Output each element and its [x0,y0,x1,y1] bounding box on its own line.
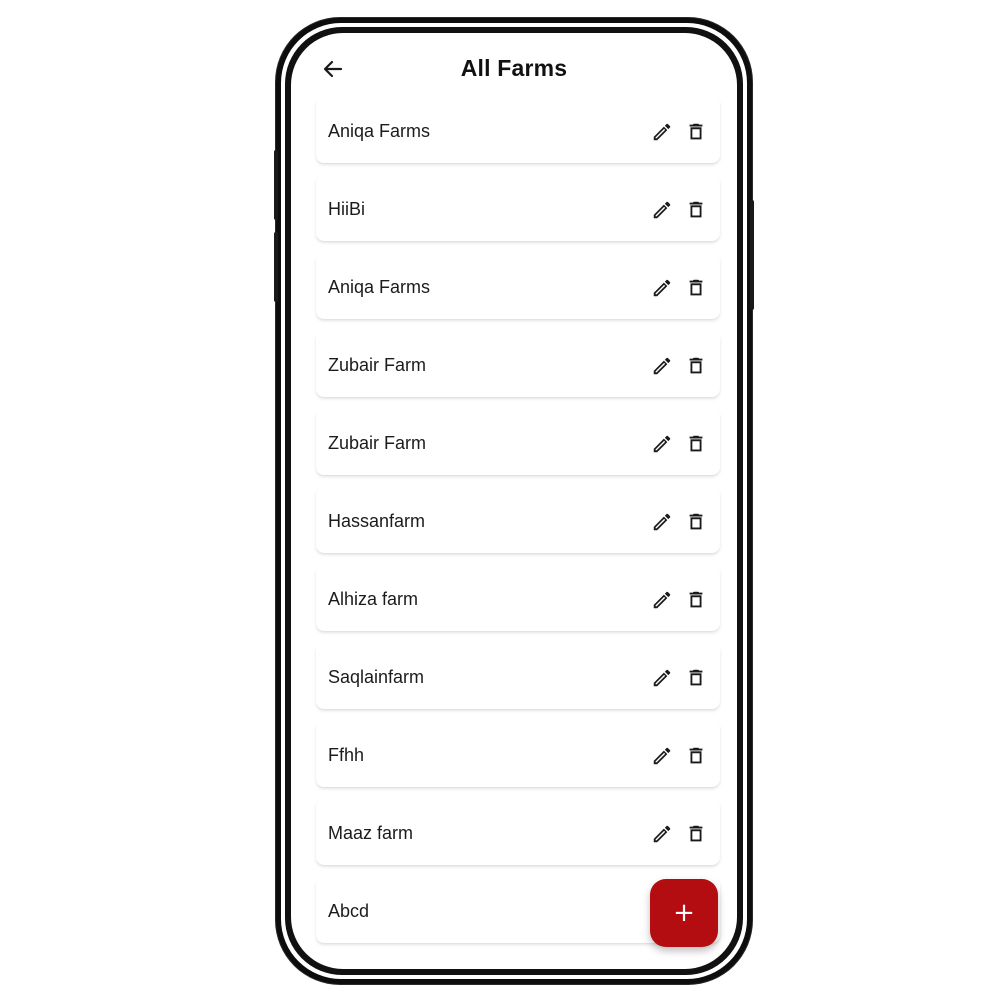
farm-name: HiiBi [328,199,366,219]
delete-farm-button[interactable] [684,432,708,456]
delete-farm-button[interactable] [684,354,708,378]
farm-list: Aniqa Farms HiiBi Aniqa Farms Zubair Far… [316,97,720,955]
farm-name: Aniqa Farms [328,121,431,141]
delete-farm-button[interactable] [684,666,708,690]
pencil-icon [653,825,671,843]
edit-farm-button[interactable] [650,432,674,456]
trash-icon [689,747,703,764]
volume-down-button [274,232,278,302]
farm-list-item[interactable]: HiiBi [316,175,720,241]
farm-list-item[interactable]: Aniqa Farms [316,253,720,319]
pencil-icon [653,435,671,453]
farm-list-item[interactable]: Maaz farm [316,799,720,865]
pencil-icon [653,279,671,297]
pencil-icon [653,513,671,531]
pencil-icon [653,357,671,375]
farm-list-item[interactable]: Alhiza farm [316,565,720,631]
farm-name: Zubair Farm [328,433,427,453]
device-stage: All Farms Aniqa Farms HiiBi Aniqa Farms … [0,0,1000,1000]
pencil-icon [653,201,671,219]
farm-name: Zubair Farm [328,355,427,375]
trash-icon [689,357,703,374]
farm-name: Maaz farm [328,823,414,843]
farm-name: Ffhh [328,745,365,765]
volume-up-button [274,150,278,220]
farm-name: Alhiza farm [328,589,419,609]
farm-name: Abcd [328,901,370,921]
add-farm-button[interactable]: + [650,879,718,947]
edit-farm-button[interactable] [650,354,674,378]
trash-icon [689,123,703,140]
farm-list-item[interactable]: Saqlainfarm [316,643,720,709]
farm-name: Hassanfarm [328,511,426,531]
delete-farm-button[interactable] [684,822,708,846]
app-header: All Farms [291,33,737,105]
edit-farm-button[interactable] [650,120,674,144]
page-title: All Farms [460,55,568,81]
edit-farm-button[interactable] [650,744,674,768]
trash-icon [689,825,703,842]
trash-icon [689,201,703,218]
farm-list-item[interactable]: Aniqa Farms [316,97,720,163]
farm-name: Saqlainfarm [328,667,425,687]
edit-farm-button[interactable] [650,822,674,846]
plus-icon: + [673,898,695,928]
pencil-icon [653,591,671,609]
edit-farm-button[interactable] [650,510,674,534]
edit-farm-button[interactable] [650,198,674,222]
delete-farm-button[interactable] [684,588,708,612]
pencil-icon [653,669,671,687]
trash-icon [689,513,703,530]
edit-farm-button[interactable] [650,276,674,300]
edit-farm-button[interactable] [650,588,674,612]
trash-icon [689,669,703,686]
farm-name: Aniqa Farms [328,277,431,297]
power-button [750,200,754,310]
delete-farm-button[interactable] [684,198,708,222]
edit-farm-button[interactable] [650,666,674,690]
delete-farm-button[interactable] [684,744,708,768]
farm-list-item[interactable]: Hassanfarm [316,487,720,553]
app-screen: All Farms Aniqa Farms HiiBi Aniqa Farms … [291,33,737,969]
pencil-icon [653,747,671,765]
delete-farm-button[interactable] [684,276,708,300]
farm-list-item[interactable]: Zubair Farm [316,409,720,475]
pencil-icon [653,123,671,141]
delete-farm-button[interactable] [684,120,708,144]
trash-icon [689,591,703,608]
farm-list-item[interactable]: Zubair Farm [316,331,720,397]
delete-farm-button[interactable] [684,510,708,534]
farm-list-item[interactable]: Ffhh [316,721,720,787]
trash-icon [689,279,703,296]
trash-icon [689,435,703,452]
